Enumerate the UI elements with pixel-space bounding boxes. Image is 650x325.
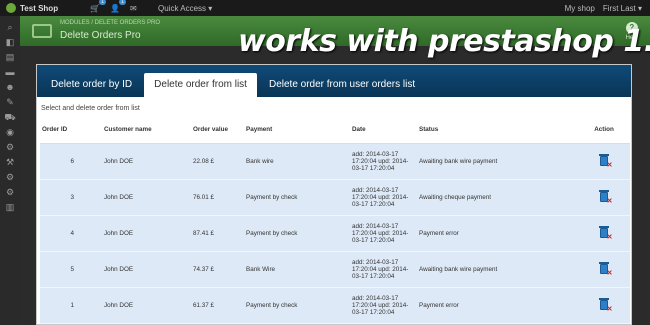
payment-cell: Bank Wire xyxy=(242,251,348,288)
status-cell: Payment error xyxy=(415,287,578,324)
status-cell: Awaiting bank wire payment xyxy=(415,143,578,180)
tab-delete-from-user-orders[interactable]: Delete order from user orders list xyxy=(259,73,425,97)
order-value-cell: 87.41 £ xyxy=(189,215,242,252)
payment-cell: Bank wire xyxy=(242,143,348,180)
delete-order-icon[interactable]: ✕ xyxy=(598,225,613,241)
catalog-icon[interactable]: ▤ xyxy=(4,52,16,62)
admin-icon[interactable]: ⚙ xyxy=(4,187,16,197)
quick-access-menu[interactable]: Quick Access ▾ xyxy=(158,4,212,13)
shop-brand[interactable]: Test Shop xyxy=(0,3,90,13)
delete-order-icon[interactable]: ✕ xyxy=(598,189,613,205)
action-cell: ✕ xyxy=(578,215,630,252)
localization-icon[interactable]: ◉ xyxy=(4,127,16,137)
shop-logo-icon xyxy=(6,3,16,13)
tab-bar: Delete order by ID Delete order from lis… xyxy=(37,65,631,97)
delete-order-icon[interactable]: ✕ xyxy=(598,153,613,169)
order-value-cell: 76.01 £ xyxy=(189,179,242,216)
delete-order-icon[interactable]: ✕ xyxy=(598,297,613,313)
order-value-cell: 61.37 £ xyxy=(189,287,242,324)
customers-icon[interactable]: ☻ xyxy=(4,82,16,92)
payment-cell: Payment by check xyxy=(242,287,348,324)
customer-cell: John DOE xyxy=(100,287,189,324)
notification-badge: 1 xyxy=(119,0,126,5)
price-rules-icon[interactable]: ✎ xyxy=(4,97,16,107)
section-title: Select and delete order from list xyxy=(41,105,140,112)
notification-badge: 1 xyxy=(99,0,106,5)
tab-delete-by-id[interactable]: Delete order by ID xyxy=(41,73,142,97)
action-cell: ✕ xyxy=(578,143,630,180)
messages-notification-icon[interactable]: ✉ xyxy=(130,4,137,13)
table-header-row: Order ID Customer name Order value Payme… xyxy=(40,117,630,144)
order-id-cell: 6 xyxy=(40,143,100,180)
advanced-icon[interactable]: ⚙ xyxy=(4,172,16,182)
order-value-cell: 22.08 £ xyxy=(189,143,242,180)
page-title: Delete Orders Pro xyxy=(60,30,141,41)
date-cell: add: 2014-03-17 17:20:04 upd: 2014-03-17… xyxy=(348,215,415,252)
tab-delete-from-list[interactable]: Delete order from list xyxy=(144,73,257,97)
customer-cell: John DOE xyxy=(100,251,189,288)
column-header-payment[interactable]: Payment xyxy=(242,117,348,144)
column-header-status[interactable]: Status xyxy=(415,117,578,144)
column-header-action: Action xyxy=(578,117,630,144)
action-cell: ✕ xyxy=(578,179,630,216)
customers-notification-icon[interactable]: 👤 1 xyxy=(110,0,126,13)
customer-cell: John DOE xyxy=(100,143,189,180)
preferences-icon[interactable]: ⚒ xyxy=(4,157,16,167)
shop-name: Test Shop xyxy=(20,3,59,13)
date-cell: add: 2014-03-17 17:20:04 upd: 2014-03-17… xyxy=(348,179,415,216)
modules-icon[interactable]: ⚙ xyxy=(4,142,16,152)
orders-table: Order ID Customer name Order value Payme… xyxy=(40,117,630,324)
table-row: 6 John DOE 22.08 £ Bank wire add: 2014-0… xyxy=(40,143,630,180)
my-shop-link[interactable]: My shop xyxy=(565,4,595,13)
order-id-cell: 4 xyxy=(40,215,100,252)
order-id-cell: 3 xyxy=(40,179,100,216)
table-row: 4 John DOE 87.41 £ Payment by check add:… xyxy=(40,215,630,252)
status-cell: Payment error xyxy=(415,215,578,252)
order-value-cell: 74.37 £ xyxy=(189,251,242,288)
breadcrumb: MODULES / DELETE ORDERS PRO xyxy=(60,20,161,26)
payment-cell: Payment by check xyxy=(242,179,348,216)
dashboard-icon[interactable]: ◧ xyxy=(4,37,16,47)
status-cell: Awaiting bank wire payment xyxy=(415,251,578,288)
table-row: 5 John DOE 74.37 £ Bank Wire add: 2014-0… xyxy=(40,251,630,288)
column-header-order-id[interactable]: Order ID xyxy=(40,117,100,144)
module-icon xyxy=(32,24,52,38)
stats-icon[interactable]: ▥ xyxy=(4,202,16,212)
date-cell: add: 2014-03-17 17:20:04 upd: 2014-03-17… xyxy=(348,287,415,324)
notifications: 🛒 1 👤 1 ✉ xyxy=(90,0,150,13)
customer-cell: John DOE xyxy=(100,215,189,252)
top-bar: Test Shop 🛒 1 👤 1 ✉ Quick Access ▾ My shop… xyxy=(0,0,650,16)
action-cell: ✕ xyxy=(578,287,630,324)
orders-icon[interactable]: ▬ xyxy=(4,67,16,77)
date-cell: add: 2014-03-17 17:20:04 upd: 2014-03-17… xyxy=(348,143,415,180)
payment-cell: Payment by check xyxy=(242,215,348,252)
order-id-cell: 1 xyxy=(40,287,100,324)
admin-sidebar: ⌕ ◧ ▤ ▬ ☻ ✎ ⛟ ◉ ⚙ ⚒ ⚙ ⚙ ▥ xyxy=(0,16,20,325)
column-header-customer[interactable]: Customer name xyxy=(100,117,189,144)
date-cell: add: 2014-03-17 17:20:04 upd: 2014-03-17… xyxy=(348,251,415,288)
promo-overlay-text: works with prestashop 1.6 xyxy=(238,24,650,59)
customer-cell: John DOE xyxy=(100,179,189,216)
action-cell: ✕ xyxy=(578,251,630,288)
user-menu[interactable]: First Last ▾ xyxy=(603,4,642,13)
column-header-order-value[interactable]: Order value xyxy=(189,117,242,144)
order-id-cell: 5 xyxy=(40,251,100,288)
shipping-icon[interactable]: ⛟ xyxy=(4,112,16,122)
search-icon[interactable]: ⌕ xyxy=(4,22,16,32)
table-row: 1 John DOE 61.37 £ Payment by check add:… xyxy=(40,287,630,324)
status-cell: Awaiting cheque payment xyxy=(415,179,578,216)
delete-order-icon[interactable]: ✕ xyxy=(598,261,613,277)
delete-orders-panel: Delete order by ID Delete order from lis… xyxy=(36,64,632,325)
column-header-date[interactable]: Date xyxy=(348,117,415,144)
table-row: 3 John DOE 76.01 £ Payment by check add:… xyxy=(40,179,630,216)
orders-notification-icon[interactable]: 🛒 1 xyxy=(90,0,106,13)
